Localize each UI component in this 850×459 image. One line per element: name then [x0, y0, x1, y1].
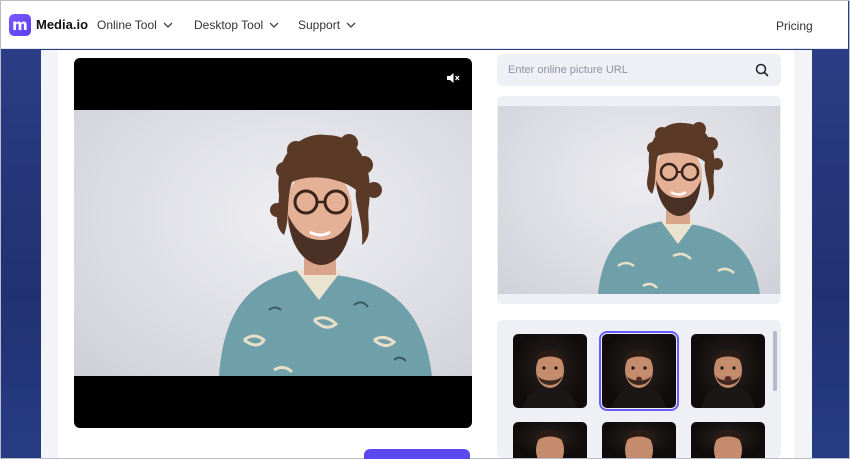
template-scrollbar[interactable] — [773, 331, 777, 391]
nav-support[interactable]: Support — [298, 18, 356, 32]
brand-logo[interactable]: m Media.io — [9, 13, 89, 36]
media-io-logo-icon: m — [9, 13, 31, 36]
chevron-down-icon — [163, 22, 173, 28]
background-band-right — [812, 50, 849, 458]
action-button-partial[interactable] — [364, 449, 470, 459]
nav-desktop-tool-label: Desktop Tool — [194, 18, 264, 32]
nav-pricing-link[interactable]: Pricing — [776, 19, 813, 33]
person-preview-image — [598, 122, 760, 294]
face-template-thumb[interactable] — [513, 422, 587, 458]
face-thumb-image — [712, 429, 744, 458]
face-thumb-image — [701, 349, 755, 408]
nav-desktop-tool[interactable]: Desktop Tool — [194, 18, 279, 32]
speaker-muted-icon[interactable] — [446, 71, 460, 85]
chevron-down-icon — [269, 22, 279, 28]
url-input-box — [497, 54, 781, 86]
nav-support-label: Support — [298, 18, 341, 32]
brand-name: Media.io — [36, 17, 89, 32]
video-player[interactable] — [74, 58, 472, 428]
video-frame — [74, 110, 472, 376]
uploaded-picture-preview[interactable] — [497, 96, 781, 304]
top-nav: m Media.io Online Tool Desktop Tool Supp… — [1, 1, 848, 49]
face-thumb-image — [534, 429, 566, 458]
person-video-image — [219, 134, 432, 376]
face-thumb-image — [612, 349, 666, 408]
face-template-thumb[interactable] — [513, 334, 587, 408]
picture-url-input[interactable] — [508, 64, 738, 76]
face-thumb-image — [623, 429, 655, 458]
chevron-down-icon — [346, 22, 356, 28]
background-band-left — [1, 50, 41, 458]
face-template-thumb-selected[interactable] — [599, 331, 679, 411]
face-template-thumb[interactable] — [602, 422, 676, 458]
search-icon[interactable] — [755, 63, 769, 77]
face-template-thumb[interactable] — [691, 422, 765, 458]
preview-image — [498, 106, 780, 294]
face-template-thumb[interactable] — [691, 334, 765, 408]
face-thumb-image — [523, 349, 577, 408]
nav-online-tool[interactable]: Online Tool — [97, 18, 173, 32]
nav-online-tool-label: Online Tool — [97, 18, 157, 32]
